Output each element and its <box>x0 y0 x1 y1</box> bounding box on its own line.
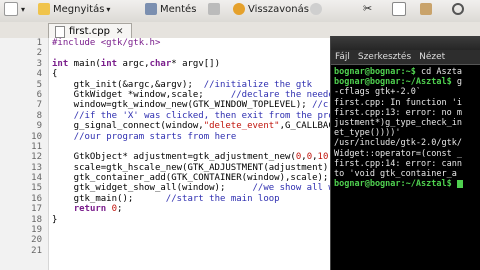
code-line[interactable]: GtkWidget *window,scale; //declare the n… <box>52 90 350 100</box>
undo-icon <box>233 3 245 15</box>
terminal-menubar: Fájl Szerkesztés Nézet <box>331 50 480 65</box>
code-line[interactable] <box>52 225 350 235</box>
terminal-line: first.cpp: In function 'i <box>334 97 462 108</box>
terminal-line: -cflags gtk+-2.0` <box>334 87 421 98</box>
paste-button[interactable] <box>420 0 435 18</box>
terminal-line: first.cpp:13: error: no m <box>334 107 462 118</box>
terminal-titlebar[interactable] <box>331 36 480 50</box>
file-icon <box>55 25 65 38</box>
code-line[interactable]: } <box>52 215 350 225</box>
terminal-line: justment*)g_type_check_in <box>334 117 462 128</box>
terminal-window[interactable]: Fájl Szerkesztés Nézet bognar@bognar:~$ cd… <box>330 36 480 270</box>
redo-icon <box>310 3 322 15</box>
print-icon <box>208 3 220 15</box>
code-line[interactable] <box>52 48 350 58</box>
toolbar: ▾ Megnyitás ▾ Mentés Visszavonás ✂ <box>0 0 480 23</box>
save-label: Mentés <box>160 3 197 15</box>
line-number: 10 <box>31 131 42 142</box>
terminal-line: bognar@bognar:~/Asztal$ g <box>334 77 462 88</box>
terminal-menu-item[interactable]: Szerkesztés <box>358 52 411 62</box>
copy-button[interactable] <box>392 0 409 18</box>
code-line[interactable] <box>52 235 350 245</box>
line-number: 14 <box>31 173 42 184</box>
line-number: 19 <box>31 225 42 236</box>
new-file-icon <box>4 2 18 16</box>
code-line[interactable]: #include <gtk/gtk.h> <box>52 38 350 48</box>
code-line[interactable]: gtk_main(); //start the main loop <box>52 194 350 204</box>
save-icon <box>145 3 157 15</box>
find-button[interactable] <box>452 0 467 18</box>
terminal-line: bognar@bognar:~/Asztal$ <box>334 179 478 189</box>
code-line[interactable]: return 0; <box>52 204 350 214</box>
dropdown-icon[interactable]: ▾ <box>21 5 25 14</box>
line-number: 2 <box>36 48 42 59</box>
code-line[interactable]: //if the 'X' was clicked, then exit from… <box>52 111 350 121</box>
line-number: 4 <box>36 69 42 80</box>
save-button[interactable]: Mentés <box>145 0 196 18</box>
cursor <box>456 179 463 188</box>
line-number: 15 <box>31 183 42 194</box>
line-number-gutter: 1 2 3 4 5 6 7 8 9 10 11 12 13 14 15 16 17 18 19 20 21 <box>0 38 49 270</box>
code-line[interactable]: window=gtk_window_new(GTK_WINDOW_TOPLEVE… <box>52 100 350 110</box>
line-number: 17 <box>31 204 42 215</box>
terminal-output[interactable]: bognar@bognar:~$ cd Aszta bognar@bognar:~… <box>331 65 480 191</box>
code-area[interactable]: #include <gtk/gtk.h> int main(int argc,ch… <box>52 38 350 256</box>
line-number: 5 <box>36 79 42 90</box>
code-line[interactable]: { <box>52 69 350 79</box>
undo-label: Visszavonás <box>248 3 309 15</box>
code-line[interactable]: int main(int argc,char* argv[]) <box>52 59 350 69</box>
terminal-menu-item[interactable]: Fájl <box>335 52 350 62</box>
scissors-icon: ✂ <box>363 2 373 15</box>
folder-icon <box>38 3 50 15</box>
code-line[interactable]: gtk_init(&argc,&argv); //initialize the … <box>52 80 350 90</box>
line-number: 12 <box>31 152 42 163</box>
code-line[interactable]: GtkObject* adjustment=gtk_adjustment_new… <box>52 152 350 162</box>
terminal-line: /usr/include/gtk-2.0/gtk/ <box>334 138 462 149</box>
new-button[interactable]: ▾ <box>4 0 25 18</box>
paste-icon <box>420 3 432 15</box>
chevron-down-icon[interactable]: ▾ <box>106 5 110 14</box>
terminal-line: Widget::operator=(const _ <box>334 148 462 159</box>
line-number: 8 <box>36 110 42 121</box>
line-number: 3 <box>36 58 42 69</box>
code-line[interactable] <box>52 142 350 152</box>
terminal-menu-item[interactable]: Nézet <box>419 52 445 62</box>
tab-title: first.cpp <box>69 26 110 37</box>
terminal-line: et_type())))' <box>334 128 401 139</box>
line-number: 11 <box>31 141 42 152</box>
terminal-line: to 'void gtk_container_a <box>334 168 457 179</box>
code-line[interactable]: g_signal_connect(window,"delete_event",G… <box>52 121 350 131</box>
line-number: 13 <box>31 162 42 173</box>
undo-button[interactable]: Visszavonás <box>233 0 309 18</box>
code-line[interactable]: gtk_container_add(GTK_CONTAINER(window),… <box>52 173 350 183</box>
line-number: 18 <box>31 214 42 225</box>
code-line[interactable]: scale=gtk_hscale_new(GTK_ADJUSTMENT(adju… <box>52 163 350 173</box>
line-number: 1 <box>36 38 42 48</box>
line-number: 6 <box>36 89 42 100</box>
line-number: 7 <box>36 100 42 111</box>
close-icon[interactable]: ✕ <box>114 27 126 37</box>
code-line[interactable]: gtk_widget_show_all(window); //we show a… <box>52 183 350 193</box>
line-number: 21 <box>31 245 42 256</box>
tab-first-cpp[interactable]: first.cpp ✕ <box>48 23 133 39</box>
line-number: 16 <box>31 193 42 204</box>
terminal-line: bognar@bognar:~$ cd Aszta <box>334 67 462 77</box>
search-icon <box>452 3 464 15</box>
code-line[interactable]: //our program starts from here <box>52 132 350 142</box>
cut-button[interactable]: ✂ <box>363 0 378 18</box>
redo-button[interactable] <box>310 0 325 18</box>
open-label: Megnyitás <box>53 3 105 15</box>
copy-icon <box>392 2 406 16</box>
open-button[interactable]: Megnyitás ▾ <box>38 0 110 18</box>
terminal-line: first.cpp:14: error: cann <box>334 158 462 169</box>
line-number: 20 <box>31 235 42 246</box>
code-line[interactable] <box>52 246 350 256</box>
line-number: 9 <box>36 121 42 132</box>
print-button[interactable] <box>208 0 223 18</box>
